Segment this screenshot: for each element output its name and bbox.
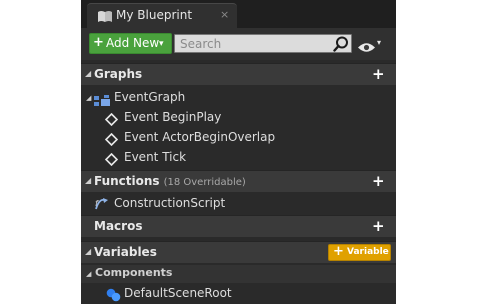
section-title: Variables (94, 245, 157, 259)
add-variable-button[interactable]: + Variable (328, 244, 391, 261)
components-title: Components (95, 266, 173, 279)
scene-component-icon (106, 287, 121, 306)
list-item[interactable]: DefaultSceneRoot (81, 284, 396, 304)
event-graph-item[interactable]: ◢ EventGraph (81, 88, 396, 108)
chevron-down-icon: ▾ (159, 39, 164, 49)
add-variable-label: Variable (347, 247, 389, 257)
function-label: ConstructionScript (114, 196, 226, 210)
event-graph-label: EventGraph (114, 90, 186, 104)
search-input[interactable] (174, 34, 352, 53)
toolbar: + Add New ▾ ▾ (81, 28, 396, 60)
expand-arrow-icon: ◢ (86, 270, 92, 278)
expand-arrow-icon: ◢ (85, 176, 92, 185)
expand-arrow-icon: ◢ (86, 94, 92, 102)
event-label: Event ActorBeginOverlap (124, 130, 276, 144)
list-item[interactable]: Event Tick (81, 148, 396, 168)
add-function-button[interactable]: + (372, 174, 385, 189)
add-new-label: Add New (106, 36, 160, 50)
components-category[interactable]: ◢ Components (81, 265, 396, 283)
view-options-chevron-icon[interactable]: ▾ (377, 38, 381, 47)
tab-title: My Blueprint (116, 8, 193, 22)
my-blueprint-panel: My Blueprint × + Add New ▾ ▾ ◢ Graphs (81, 0, 396, 304)
section-title: Functions (18 Overridable) (94, 174, 246, 188)
function-icon: f (94, 196, 110, 215)
macros-section-header[interactable]: Macros + (81, 215, 396, 237)
event-label: Event BeginPlay (124, 110, 222, 124)
add-new-button[interactable]: + Add New ▾ (89, 33, 172, 54)
plus-icon: + (93, 35, 104, 50)
search-icon[interactable] (333, 36, 349, 56)
tab-bar: My Blueprint × (81, 0, 396, 28)
event-label: Event Tick (124, 150, 187, 164)
section-title: Macros (94, 219, 143, 233)
list-item[interactable]: Event ActorBeginOverlap (81, 128, 396, 148)
event-diamond-icon (104, 151, 119, 170)
section-title: Graphs (94, 67, 143, 81)
list-item[interactable]: f ConstructionScript (81, 194, 396, 214)
functions-section-header[interactable]: ◢ Functions (18 Overridable) + (81, 170, 396, 192)
add-macro-button[interactable]: + (372, 219, 385, 234)
expand-arrow-icon: ◢ (85, 247, 92, 256)
component-label: DefaultSceneRoot (124, 286, 232, 300)
eye-icon[interactable] (357, 38, 376, 57)
variables-section-header[interactable]: ◢ Variables + Variable (81, 241, 396, 263)
functions-title: Functions (94, 174, 160, 188)
list-item[interactable]: Event BeginPlay (81, 108, 396, 128)
add-graph-button[interactable]: + (372, 67, 385, 82)
overridable-count: (18 Overridable) (163, 177, 246, 188)
book-icon (97, 8, 113, 27)
graphs-section-header[interactable]: ◢ Graphs + (81, 63, 396, 85)
expand-arrow-icon: ◢ (85, 69, 92, 78)
close-icon[interactable]: × (220, 8, 229, 21)
tab-my-blueprint[interactable]: My Blueprint × (87, 3, 237, 28)
plus-icon: + (333, 244, 344, 259)
